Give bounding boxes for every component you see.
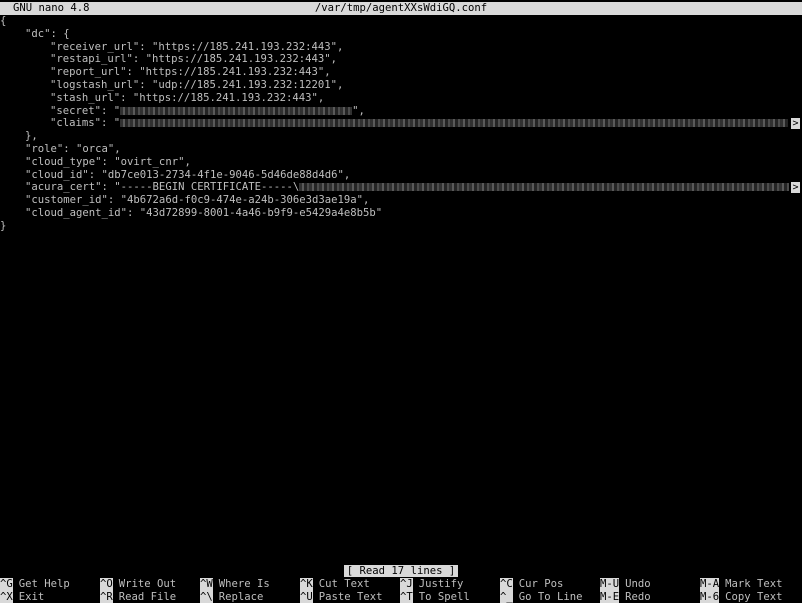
shortcut-write-out[interactable]: ^OWrite Out: [100, 578, 176, 591]
shortcut-go-to-line[interactable]: ^_Go To Line: [500, 591, 583, 603]
code-line: "role": "orca",: [0, 143, 802, 156]
line-overflow-marker: >: [791, 182, 800, 193]
code-line: "dc": {: [0, 28, 802, 41]
code-line: "acura_cert": "-----BEGIN CERTIFICATE---…: [0, 181, 802, 194]
shortcut-redo[interactable]: M-ERedo: [600, 591, 651, 603]
shortcut-read-file[interactable]: ^RRead File: [100, 591, 176, 603]
shortcut-replace[interactable]: ^\Replace: [200, 591, 263, 603]
shortcut-justify[interactable]: ^JJustify: [400, 578, 463, 591]
shortcut-row: ^GGet Help ^OWrite Out ^WWhere Is ^KCut …: [0, 578, 802, 591]
code-line: },: [0, 130, 802, 143]
code-line: "receiver_url": "https://185.241.193.232…: [0, 41, 802, 54]
status-message: [ Read 17 lines ]: [344, 565, 458, 577]
shortcut-mark-text[interactable]: M-AMark Text: [700, 578, 783, 591]
shortcut-exit[interactable]: ^XExit: [0, 591, 44, 603]
code-line: "restapi_url": "https://185.241.193.232:…: [0, 53, 802, 66]
shortcut-get-help[interactable]: ^GGet Help: [0, 578, 70, 591]
shortcut-where-is[interactable]: ^WWhere Is: [200, 578, 270, 591]
shortcut-to-spell[interactable]: ^TTo Spell: [400, 591, 470, 603]
title-bar: GNU nano 4.8 /var/tmp/agentXXsWdiGQ.conf: [0, 2, 802, 15]
status-bar: [ Read 17 lines ]: [0, 565, 802, 577]
redacted-claims: [120, 119, 788, 127]
line-overflow-marker: >: [791, 118, 800, 129]
redacted-certificate: [299, 183, 789, 191]
code-line: "report_url": "https://185.241.193.232:4…: [0, 66, 802, 79]
shortcut-paste-text[interactable]: ^UPaste Text: [300, 591, 383, 603]
code-line: "logstash_url": "udp://185.241.193.232:1…: [0, 79, 802, 92]
shortcut-cur-pos[interactable]: ^CCur Pos: [500, 578, 563, 591]
file-name: /var/tmp/agentXXsWdiGQ.conf: [0, 2, 802, 15]
code-line: "cloud_agent_id": "43d72899-8001-4a46-b9…: [0, 207, 802, 220]
code-line: "customer_id": "4b672a6d-f0c9-474e-a24b-…: [0, 194, 802, 207]
code-line: "secret": "",: [0, 105, 802, 118]
redacted-secret: [120, 107, 352, 115]
code-line: "claims": ">: [0, 117, 802, 130]
shortcut-undo[interactable]: M-UUndo: [600, 578, 651, 591]
editor-area[interactable]: { "dc": { "receiver_url": "https://185.2…: [0, 15, 802, 233]
code-line: }: [0, 220, 802, 233]
shortcut-copy-text[interactable]: M-6Copy Text: [700, 591, 783, 603]
shortcut-row: ^XExit ^RRead File ^\Replace ^UPaste Tex…: [0, 591, 802, 603]
code-line: "cloud_type": "ovirt_cnr",: [0, 156, 802, 169]
code-line: {: [0, 15, 802, 28]
code-line: "stash_url": "https://185.241.193.232:44…: [0, 92, 802, 105]
shortcut-cut-text[interactable]: ^KCut Text: [300, 578, 370, 591]
shortcut-bar: ^GGet Help ^OWrite Out ^WWhere Is ^KCut …: [0, 578, 802, 603]
code-line: "cloud_id": "db7ce013-2734-4f1e-9046-5d4…: [0, 169, 802, 182]
